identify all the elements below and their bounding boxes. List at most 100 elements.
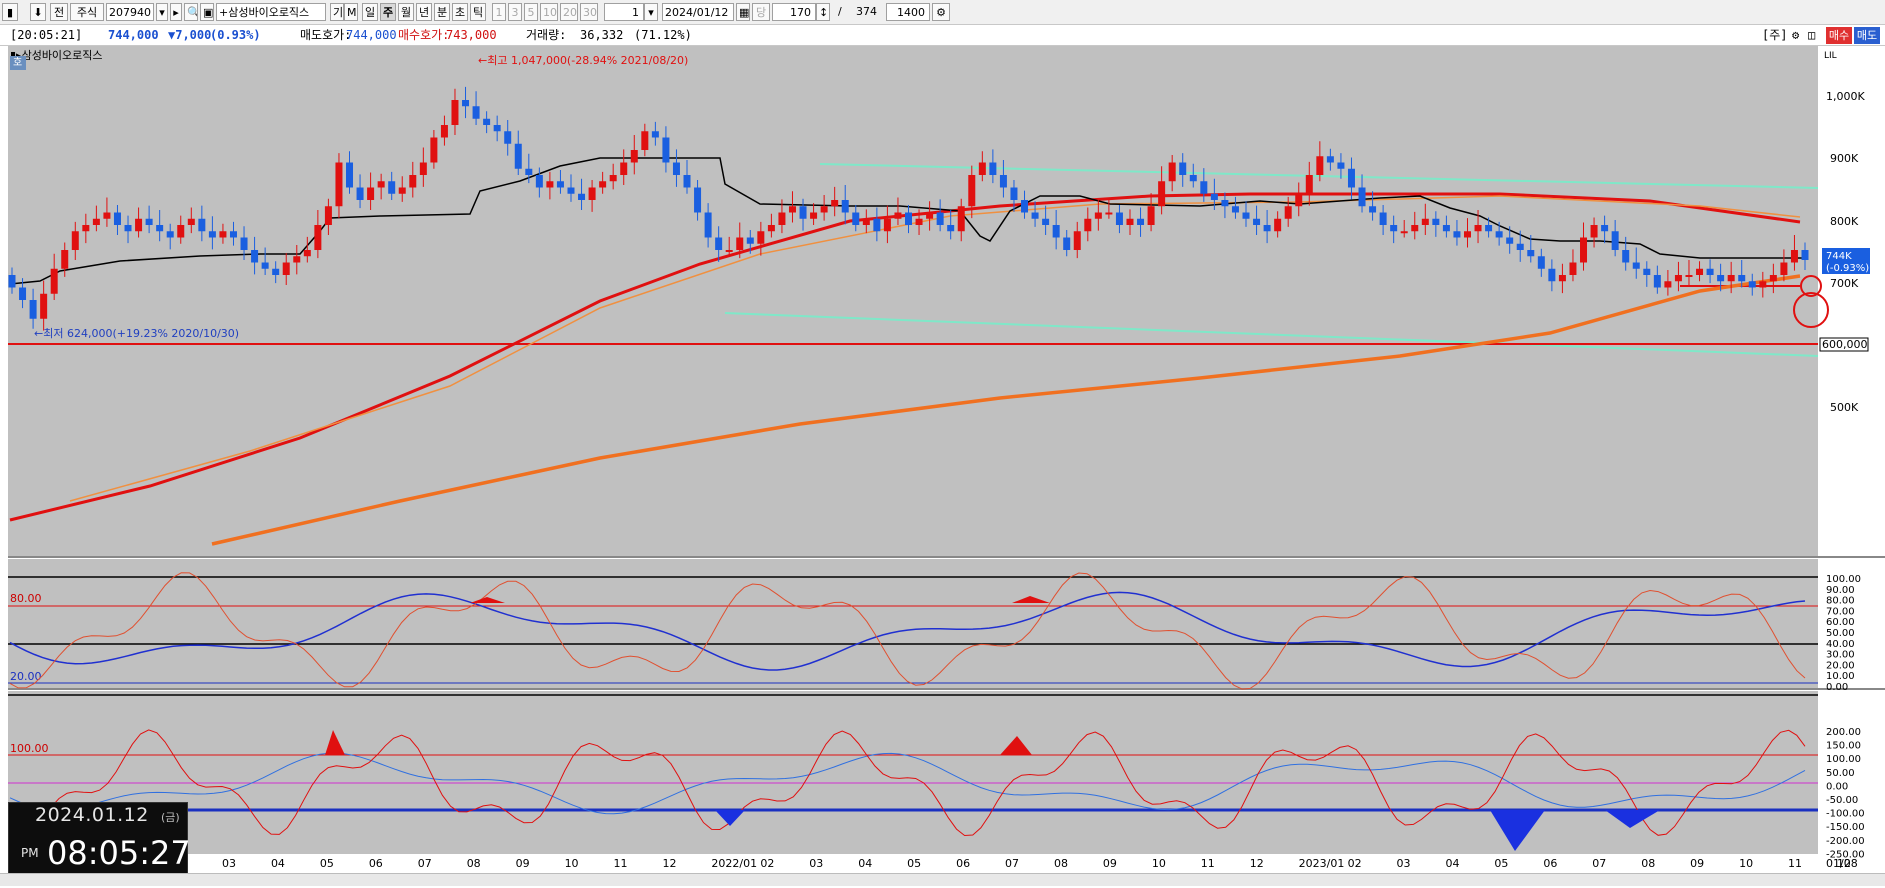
period-week-button[interactable]: 주 [380,3,396,21]
period-m-button[interactable]: M [344,3,358,21]
candle-body [1295,193,1303,207]
settings-icon[interactable]: ⚙ [932,3,950,21]
candle-body [704,212,712,238]
sell-button[interactable]: 매도 [1854,27,1880,44]
candle-body [1084,218,1092,232]
candle-body [1326,156,1334,163]
cci-axis-tick: -50.00 [1826,795,1858,806]
minute-option-5[interactable]: 5 [524,3,538,21]
clock-time: 08:05:27 [47,834,191,872]
date-axis-tick: 03 [222,857,236,870]
count-dropdown-icon[interactable]: ▾ [644,3,658,21]
minute-option-10[interactable]: 10 [540,3,558,21]
candle-body [989,162,997,175]
period-day-button[interactable]: 일 [362,3,378,21]
buy-button[interactable]: 매수 [1826,27,1852,44]
date-input[interactable]: 2024/01/12 [662,3,734,21]
stoch-axis-tick: 0.00 [1826,682,1848,693]
favorite-icon[interactable]: ▣ [200,3,214,21]
date-axis-tick: 05 [907,857,921,870]
cci-panel [8,691,1818,854]
link-icon[interactable]: ◫ [1808,27,1815,43]
cci-axis-tick: -150.00 [1826,822,1865,833]
candle-body [1421,218,1429,225]
candle-body [1453,231,1461,238]
market-select[interactable]: 주식 [70,3,104,21]
minute-option-20[interactable]: 20 [560,3,578,21]
candle-body [409,175,417,188]
date-axis-tick: 2022/01 [711,857,757,870]
candle-body [82,225,90,232]
candle-body [1094,212,1102,219]
candle-body [1010,187,1018,200]
candle-body [662,137,670,163]
candle-body [451,100,459,125]
stoch-axis-tick: 40.00 [1826,639,1855,650]
candle-body [1527,250,1535,257]
candle-body [377,181,385,188]
candle-body [883,218,891,232]
today-button[interactable]: 당 [752,3,770,21]
chart-area[interactable]: ▮▸삼성바이오로직스 호 ←최고 1,047,000(-28.94% 2021/… [0,46,1885,885]
zoom-input[interactable]: 1400 [886,3,930,21]
price-tick-900k: 900K [1830,152,1859,165]
stochastic-panel [8,559,1818,689]
period-month-button[interactable]: 월 [398,3,414,21]
candle-body [1042,218,1050,225]
price-chart[interactable]: ▮▸삼성바이오로직스 호 ←최고 1,047,000(-28.94% 2021/… [0,46,1885,885]
candle-body [1548,268,1556,282]
period-year-button[interactable]: 년 [416,3,432,21]
next-icon[interactable]: ▸ [170,3,182,21]
candle-body [1738,275,1746,282]
date-axis-tick: 11 [1788,857,1802,870]
candle-body [894,212,902,219]
candle-body [578,193,586,200]
candle-body [810,212,818,219]
candle-body [303,250,311,257]
search-icon[interactable]: 🔍 [184,3,198,21]
count-input[interactable]: 1 [604,3,644,21]
price-change: ▼7,000 [168,28,212,42]
candle-body [736,237,744,250]
candle-body [187,218,195,225]
all-button[interactable]: 전 [50,3,68,21]
view-count-spinner-icon[interactable]: ↕ [816,3,830,21]
cci-upper-label: 100.00 [10,742,49,755]
candle-body [1495,231,1503,238]
period-tick2-button[interactable]: 틱 [470,3,486,21]
candle-body [915,218,923,225]
candle-body [556,181,564,188]
view-count-input[interactable]: 170 [772,3,816,21]
candle-body [124,225,132,232]
candle-body [1590,225,1598,238]
period-tick-button[interactable]: 기 [330,3,344,21]
candle-body [725,250,733,252]
minute-option-30[interactable]: 30 [580,3,598,21]
candle-body [1611,231,1619,250]
scroll-bar[interactable] [0,873,1885,886]
clock-ampm: PM [21,846,39,860]
candle-body [799,206,807,219]
date-axis-tick: 11 [614,857,628,870]
candle-body [1706,268,1714,275]
period-minute-button[interactable]: 분 [434,3,450,21]
download-icon[interactable]: ⬇ [30,3,46,21]
stock-code-input[interactable]: 207940 [106,3,154,21]
stock-type-label[interactable]: [주] [1762,27,1788,43]
menu-icon[interactable]: ▮ [2,3,18,21]
code-dropdown-icon[interactable]: ▾ [156,3,168,21]
period-second-button[interactable]: 초 [452,3,468,21]
candle-body [1105,212,1113,215]
minute-option-1[interactable]: 1 [492,3,506,21]
price-change-pct: (0.93%) [210,28,261,42]
candle-body [757,231,765,244]
calendar-icon[interactable]: ▦ [736,3,750,21]
clock-widget: 2024.01.12 (금) PM 08:05:27 [8,802,191,884]
candle-body [50,268,58,294]
candle-body [29,300,37,319]
candle-body [1400,231,1408,234]
minute-option-3[interactable]: 3 [508,3,522,21]
date-axis-tick: 12 [662,857,676,870]
gear-icon[interactable]: ⚙ [1792,27,1799,43]
stock-name-field[interactable]: +삼성바이오로직스 [216,3,326,21]
